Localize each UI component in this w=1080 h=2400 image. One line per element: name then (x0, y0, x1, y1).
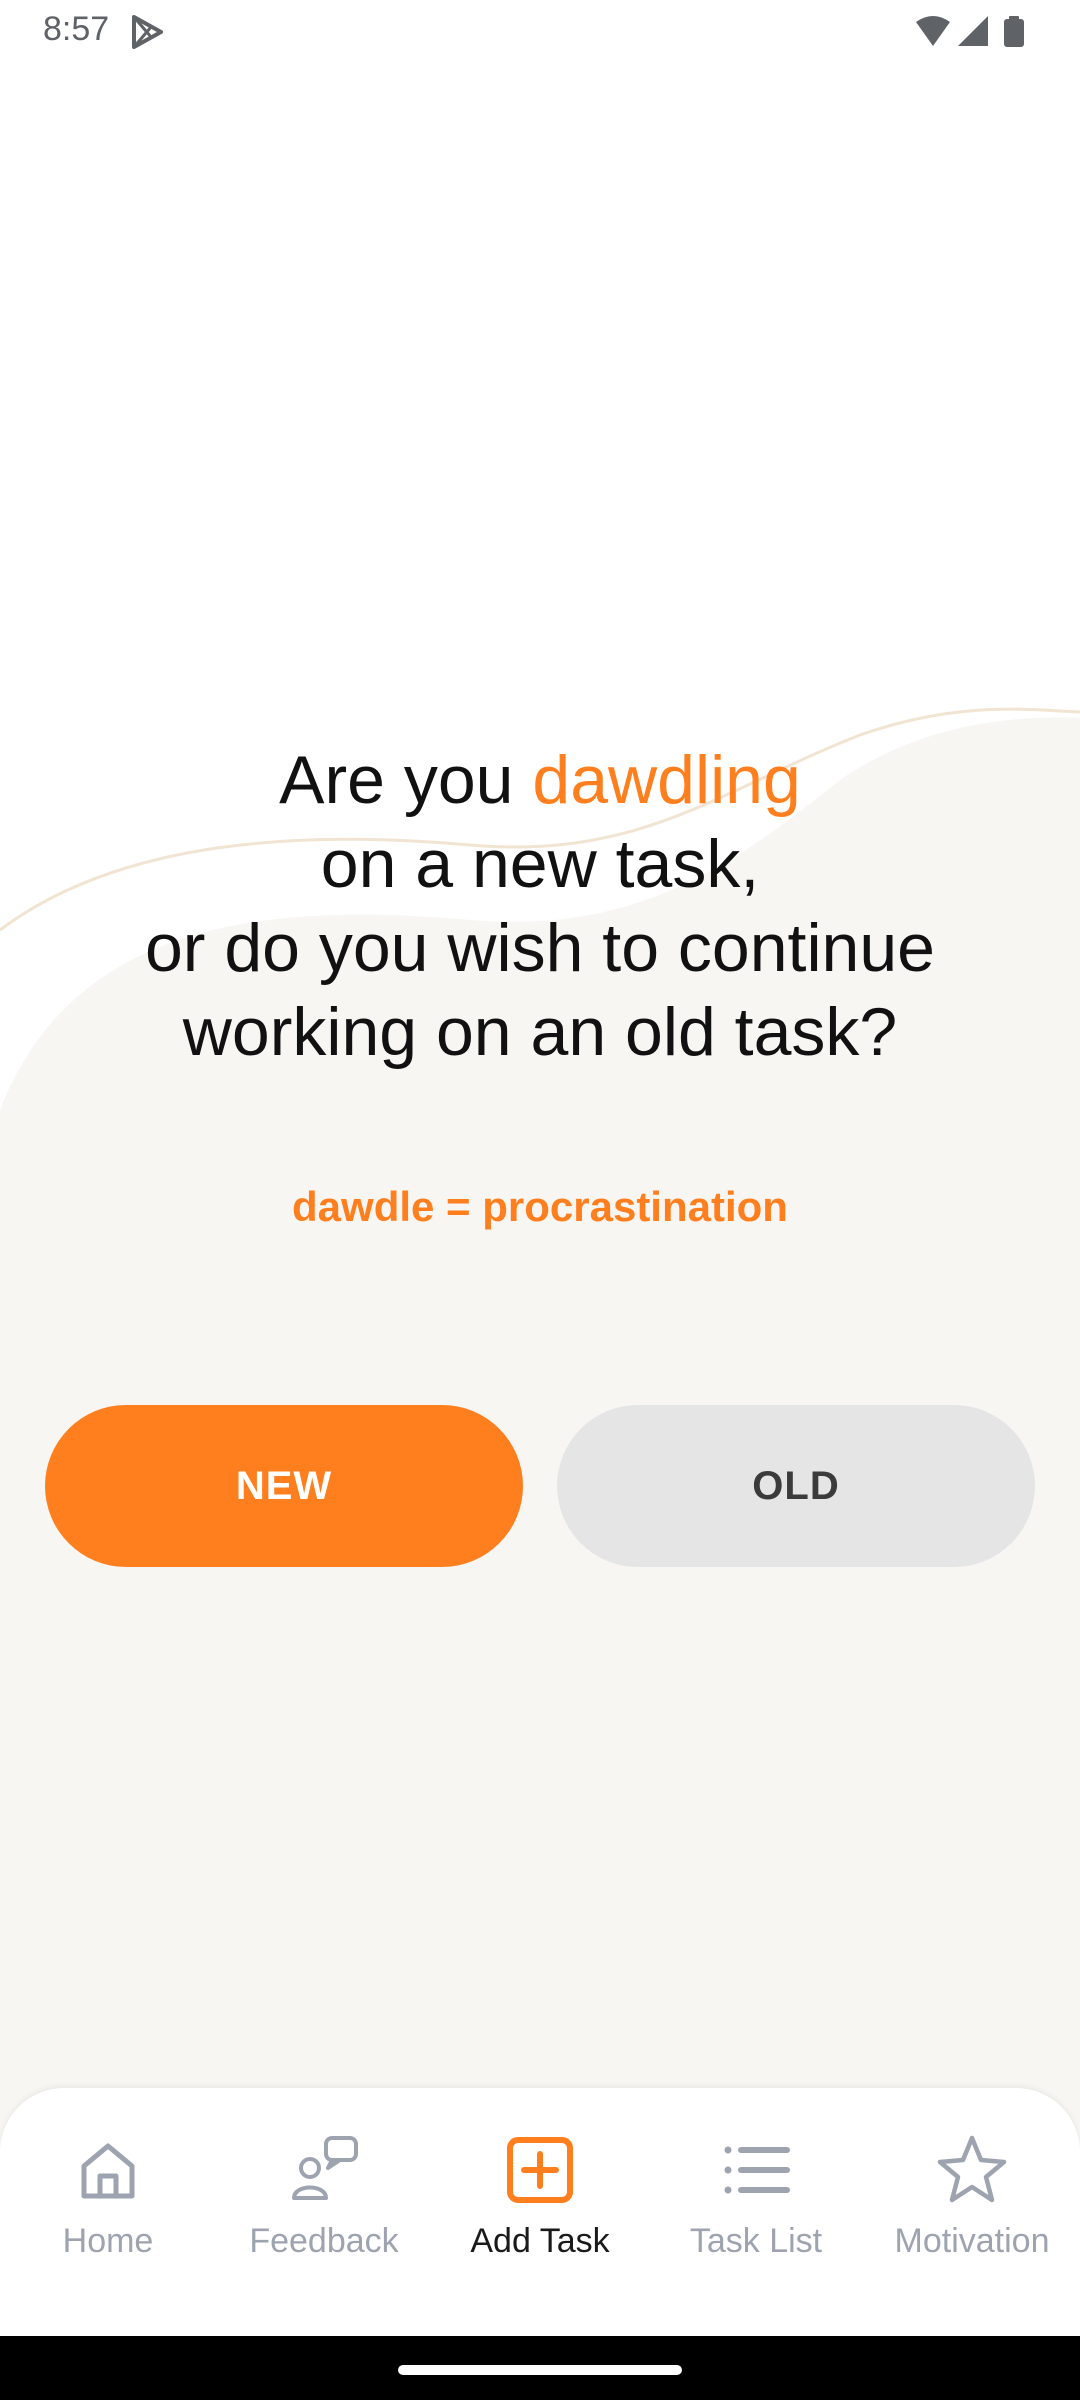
feedback-icon (292, 2136, 358, 2200)
nav-label-home: Home (62, 2222, 154, 2260)
nav-item-home[interactable]: Home (0, 2088, 216, 2336)
question-line-3: or do you wish to continue (144, 910, 936, 986)
status-bar: 8:57 (0, 0, 1080, 62)
bottom-navigation: Home Feedback Add Task Task List Motivat… (0, 2088, 1080, 2336)
nav-item-task-list[interactable]: Task List (648, 2088, 864, 2336)
signal-icon (958, 16, 988, 46)
nav-label-task-list: Task List (689, 2222, 823, 2260)
main-content: Are you dawdling on a new task, or do yo… (0, 0, 1080, 2400)
home-icon (81, 2143, 135, 2199)
nav-label-add-task: Add Task (470, 2222, 610, 2260)
nav-item-motivation[interactable]: Motivation (864, 2088, 1080, 2336)
definition-text: dawdle = procrastination (292, 1183, 788, 1230)
play-store-icon (132, 15, 163, 49)
question-part-1: Are you (279, 742, 533, 818)
nav-label-feedback: Feedback (249, 2222, 399, 2260)
nav-item-add-task[interactable]: Add Task (432, 2088, 648, 2336)
question-line-2: on a new task, (320, 826, 760, 902)
nav-item-feedback[interactable]: Feedback (216, 2088, 432, 2336)
question-line-4: working on an old task? (182, 994, 898, 1070)
wifi-icon (916, 16, 950, 46)
question-line-1: Are you dawdling (60, 738, 1020, 822)
old-task-button[interactable]: OLD (557, 1405, 1035, 1567)
status-time: 8:57 (43, 10, 110, 48)
home-indicator[interactable] (398, 2365, 682, 2375)
list-icon (724, 2146, 790, 2194)
battery-icon (1004, 16, 1024, 47)
status-icons (916, 16, 1024, 47)
nav-label-motivation: Motivation (894, 2222, 1050, 2260)
add-task-icon (507, 2137, 573, 2203)
star-icon (937, 2135, 1007, 2203)
new-task-button[interactable]: NEW (45, 1405, 523, 1567)
question-text: Are you dawdling on a new task, or do yo… (60, 738, 1020, 1074)
question-highlight: dawdling (532, 742, 801, 818)
